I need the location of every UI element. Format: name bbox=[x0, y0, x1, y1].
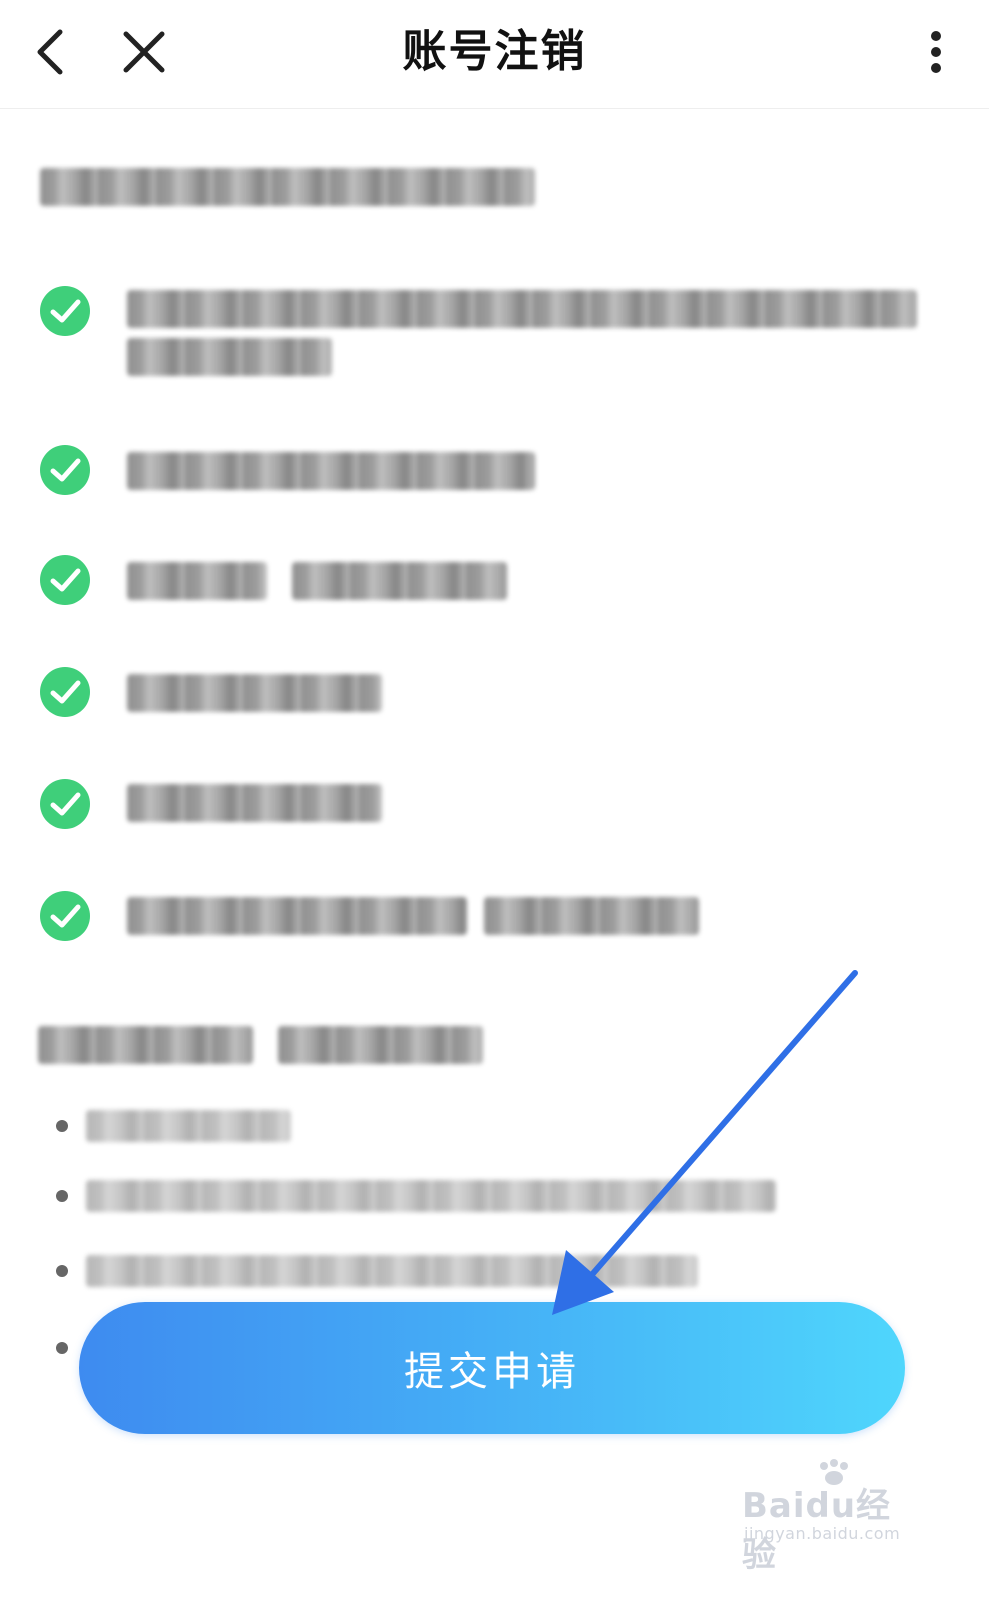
check-icon bbox=[40, 891, 90, 941]
intro-text-redacted bbox=[40, 168, 535, 206]
bullet-dot bbox=[56, 1342, 68, 1354]
page-title: 账号注销 bbox=[402, 26, 587, 77]
submit-application-button[interactable]: 提交申请 bbox=[79, 1302, 905, 1434]
bullet-dot bbox=[56, 1190, 68, 1202]
more-button[interactable] bbox=[912, 22, 960, 82]
check-icon bbox=[40, 555, 90, 605]
notice-item-redacted bbox=[86, 1255, 698, 1287]
top-nav-bar: 账号注销 bbox=[0, 0, 989, 109]
condition-text-redacted bbox=[127, 784, 382, 822]
condition-text-redacted bbox=[127, 897, 467, 935]
condition-text-redacted bbox=[127, 338, 332, 376]
condition-text-redacted bbox=[292, 562, 507, 600]
bullet-dot bbox=[56, 1120, 68, 1132]
notice-item-redacted bbox=[86, 1180, 776, 1212]
more-vertical-icon bbox=[931, 31, 941, 73]
condition-text-redacted bbox=[127, 290, 917, 328]
check-icon bbox=[40, 286, 90, 336]
notice-heading-redacted bbox=[278, 1026, 483, 1064]
baidu-jingyan-watermark: Baidu经验 jingyan.baidu.com bbox=[742, 1458, 922, 1575]
bullet-dot bbox=[56, 1265, 68, 1277]
watermark-url: jingyan.baidu.com bbox=[744, 1524, 901, 1543]
condition-text-redacted bbox=[127, 452, 535, 490]
notice-item-redacted bbox=[86, 1110, 291, 1142]
submit-button-label: 提交申请 bbox=[404, 1349, 580, 1395]
check-icon bbox=[40, 445, 90, 495]
condition-text-redacted bbox=[127, 562, 267, 600]
check-icon bbox=[40, 779, 90, 829]
notice-heading-redacted bbox=[38, 1026, 253, 1064]
condition-text-redacted bbox=[127, 674, 382, 712]
check-icon bbox=[40, 667, 90, 717]
condition-text-redacted bbox=[484, 897, 699, 935]
